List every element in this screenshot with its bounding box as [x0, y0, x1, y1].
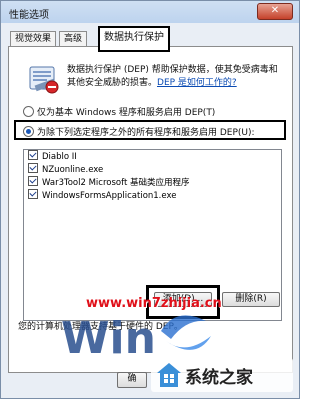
window-title: 性能选项	[9, 10, 49, 21]
house-icon	[157, 363, 181, 387]
site-name: 系统之家	[185, 368, 253, 388]
list-item[interactable]: War3Tool2 Microsoft 基础类应用程序	[24, 176, 281, 189]
program-name: WindowsFormsApplication1.exe	[42, 191, 177, 201]
performance-options-window: 性能选项 ✕ 视觉效果 高级 数据执行保护 数据执行保护 (DEP) 帮助保护数…	[0, 0, 300, 399]
radio-all-except-selected[interactable]: 为除下列选定程序之外的所有程序和服务启用 DEP(U):	[23, 125, 255, 138]
title-bar: 性能选项 ✕	[1, 1, 299, 23]
dep-description: 数据执行保护 (DEP) 帮助保护数据，使其免受病毒和其他安全威胁的损害。DEP…	[67, 64, 285, 90]
radio-essential-only[interactable]: 仅为基本 Windows 程序和服务启用 DEP(T)	[23, 105, 215, 118]
program-name: NZuonline.exe	[42, 165, 104, 175]
ok-button[interactable]: 确	[117, 372, 147, 388]
checkbox-icon[interactable]	[28, 163, 38, 173]
radio-essential-label: 仅为基本 Windows 程序和服务启用 DEP(T)	[37, 108, 216, 118]
tab-data-execution-prevention[interactable]: 数据执行保护	[98, 26, 170, 52]
dep-how-it-works-link[interactable]: DEP 是如何工作的?	[157, 78, 237, 88]
radio-button-essential[interactable]	[23, 106, 34, 117]
radio-button-all-except[interactable]	[23, 126, 34, 137]
checkbox-icon[interactable]	[28, 176, 38, 186]
site-logo: 系统之家	[151, 358, 293, 392]
program-name: War3Tool2 Microsoft 基础类应用程序	[42, 178, 190, 188]
list-item[interactable]: Diablo II	[24, 150, 281, 163]
program-name: Diablo II	[42, 152, 77, 162]
svg-text:Win: Win	[61, 313, 156, 361]
checkbox-icon[interactable]	[28, 150, 38, 160]
list-item[interactable]: NZuonline.exe	[24, 163, 281, 176]
watermark-url: www.win7zhijia.cn	[86, 296, 222, 311]
dep-shield-icon	[29, 66, 59, 94]
tab-advanced[interactable]: 高级	[59, 31, 88, 47]
checkbox-icon[interactable]	[28, 189, 38, 199]
tab-visual-effects[interactable]: 视觉效果	[10, 31, 57, 47]
radio-all-except-label: 为除下列选定程序之外的所有程序和服务启用 DEP(U):	[37, 128, 255, 138]
close-button[interactable]: ✕	[257, 3, 293, 20]
list-item[interactable]: WindowsFormsApplication1.exe	[24, 189, 281, 202]
